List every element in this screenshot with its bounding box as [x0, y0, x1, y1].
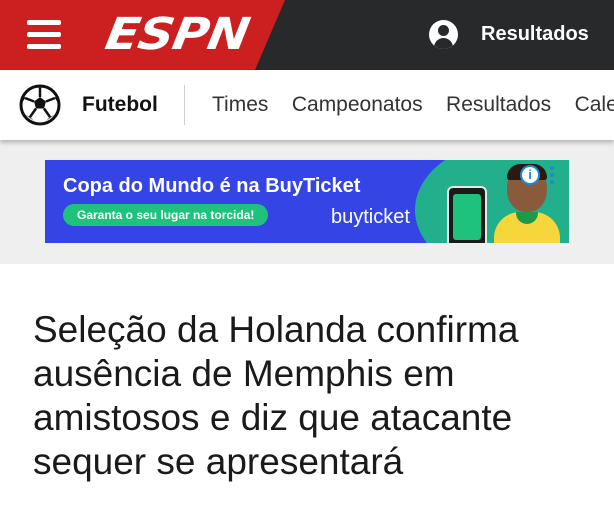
- ad-band: Copa do Mundo é na BuyTicket Garanta o s…: [0, 140, 614, 264]
- article-title: Seleção da Holanda confirma ausência de …: [33, 309, 519, 482]
- ad-menu-icon[interactable]: [547, 166, 557, 186]
- nav-link-calendario[interactable]: Calendário: [575, 93, 614, 117]
- hamburger-icon[interactable]: [27, 20, 61, 50]
- ad-info-icon[interactable]: i: [520, 165, 540, 185]
- nav-link-times[interactable]: Times: [212, 93, 268, 117]
- ad-cta-button[interactable]: Garanta o seu lugar na torcida!: [63, 204, 269, 226]
- sport-nav: Futebol Times Campeonatos Resultados Cal…: [0, 70, 614, 140]
- ad-brand: buyticket: [331, 206, 410, 228]
- nav-link-resultados[interactable]: Resultados: [446, 93, 551, 117]
- nav-divider: [184, 85, 185, 125]
- nav-link-campeonatos[interactable]: Campeonatos: [292, 93, 423, 117]
- ad-banner[interactable]: Copa do Mundo é na BuyTicket Garanta o s…: [45, 160, 569, 243]
- user-icon[interactable]: [429, 20, 458, 49]
- espn-logo[interactable]: ESPN: [102, 9, 253, 60]
- sport-title[interactable]: Futebol: [82, 93, 158, 117]
- phone-illustration: [447, 186, 487, 243]
- results-link[interactable]: Resultados: [481, 22, 589, 46]
- soccer-ball-icon[interactable]: [19, 84, 61, 126]
- sport-nav-links: Times Campeonatos Resultados Calendário: [212, 93, 614, 117]
- top-bar: ESPN Resultados: [0, 0, 614, 70]
- ad-headline: Copa do Mundo é na BuyTicket: [63, 175, 361, 197]
